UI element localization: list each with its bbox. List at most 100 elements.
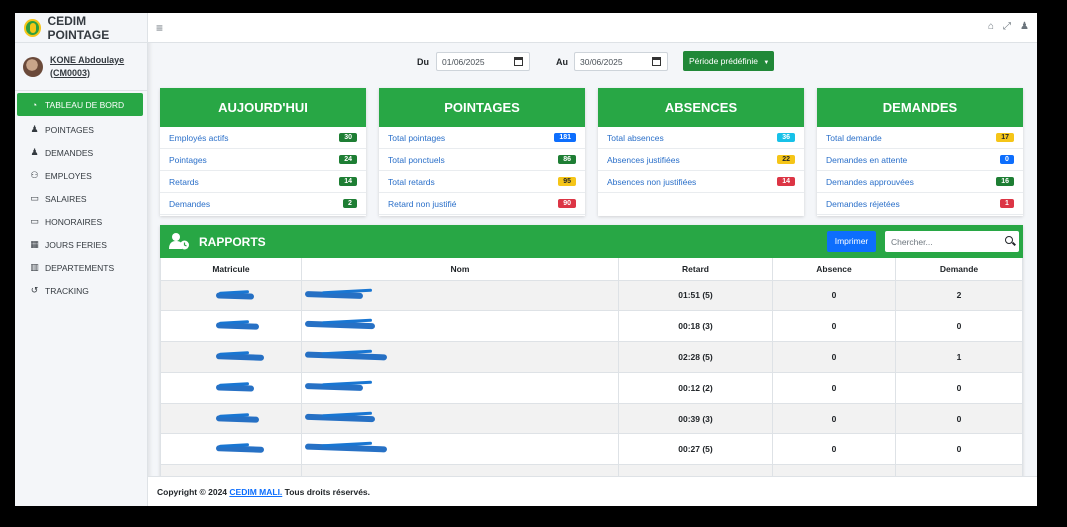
card-row[interactable]: Demandes approuvées 16 <box>817 171 1023 193</box>
card-row[interactable]: Total ponctuels 86 <box>379 149 585 171</box>
table-row[interactable]: 01:51 (5) 0 2 <box>160 280 1023 312</box>
building-icon: ▥ <box>30 262 39 272</box>
card-title: POINTAGES <box>379 88 585 127</box>
home-icon[interactable]: ⌂ <box>988 21 994 32</box>
cell-demande: 2 <box>895 280 1023 312</box>
user-name[interactable]: KONE Abdoulaye <box>50 54 124 67</box>
card-row-label[interactable]: Demandes en attente <box>826 155 907 165</box>
card-row[interactable]: Total retards 95 <box>379 171 585 193</box>
card-row[interactable]: Demandes réjetées 1 <box>817 193 1023 215</box>
card-row[interactable]: Total demande 17 <box>817 127 1023 149</box>
cell-retard: 00:18 (3) <box>618 310 773 343</box>
card-row[interactable]: Demandes 2 <box>160 193 366 215</box>
table-row[interactable]: 02:28 (5) 0 1 <box>160 341 1023 373</box>
card-row[interactable]: Absences non justifiées 14 <box>598 171 804 193</box>
search-input[interactable]: Chercher... <box>885 231 1019 252</box>
period-dropdown-button[interactable]: Période prédéfinie ▼ <box>683 51 774 71</box>
sidebar-item-label: HONORAIRES <box>45 216 103 227</box>
card-row[interactable]: Total absences 36 <box>598 127 804 149</box>
card-row[interactable]: Retard non justifié 90 <box>379 193 585 215</box>
demande-value: 2 <box>956 290 962 301</box>
cell-retard: 00:12 (2) <box>618 372 773 404</box>
cell-matricule <box>160 310 302 343</box>
card-row-label[interactable]: Total absences <box>607 133 664 143</box>
menu-toggle-icon[interactable]: ≡ <box>156 21 163 35</box>
card-row[interactable]: Pointages 24 <box>160 149 366 171</box>
rapports-title: RAPPORTS <box>199 235 266 249</box>
expand-icon[interactable]: ⤢ <box>1003 21 1011 32</box>
stat-card-pointages: POINTAGES Total pointages 181 Total ponctue… <box>379 88 585 216</box>
sidebar-item-tracking[interactable]: ↺ TRACKING <box>17 279 143 302</box>
retard-value: 00:12 (2) <box>678 382 713 393</box>
count-badge: 16 <box>996 177 1014 186</box>
cell-demande: 0 <box>895 433 1023 466</box>
user-panel[interactable]: KONE Abdoulaye (CM0003) <box>15 43 147 91</box>
retard-value: 02:28 (5) <box>678 351 713 362</box>
print-button[interactable]: Imprimer <box>827 231 876 252</box>
demande-value: 0 <box>956 382 962 393</box>
sidebar-item-employes[interactable]: ⚇ EMPLOYES <box>17 164 143 187</box>
card-row-label[interactable]: Retards <box>169 177 199 187</box>
stat-card-absences: ABSENCES Total absences 36 Absences justifi… <box>598 88 804 216</box>
sidebar-item-demandes[interactable]: ♟ DEMANDES <box>17 141 143 164</box>
sidebar: CEDIM POINTAGE KONE Abdoulaye (CM0003) ◔… <box>15 13 148 506</box>
date-from-input[interactable]: 01/06/2025 <box>436 52 530 71</box>
table-row[interactable]: 00:18 (3) 0 0 <box>160 310 1023 343</box>
card-row[interactable]: Employés actifs 30 <box>160 127 366 149</box>
date-to-input[interactable]: 30/06/2025 <box>574 52 668 71</box>
sidebar-item-label: TRACKING <box>45 285 89 296</box>
sidebar-item-jours-feries[interactable]: ▦ JOURS FERIES <box>17 233 143 256</box>
table-row[interactable]: 00:39 (3) 0 0 <box>160 403 1023 435</box>
sidebar-item-tableau-de-bord[interactable]: ◔ TABLEAU DE BORD <box>17 93 143 116</box>
calendar-icon[interactable] <box>652 57 661 66</box>
cell-matricule <box>160 403 302 435</box>
card-row[interactable]: Total pointages 181 <box>379 127 585 149</box>
topbar: ≡ ⌂ ⤢ ♟ <box>148 13 1037 43</box>
card-row-label[interactable]: Absences justifiées <box>607 155 680 165</box>
card-row-label[interactable]: Total demande <box>826 133 882 143</box>
absence-value: 0 <box>831 444 837 455</box>
au-label: Au <box>556 57 568 67</box>
card-row-label[interactable]: Absences non justifiées <box>607 177 696 187</box>
column-header-retard[interactable]: Retard <box>618 258 773 281</box>
count-badge: 14 <box>339 177 357 186</box>
column-header-demande[interactable]: Demande <box>895 258 1023 281</box>
card-row-label[interactable]: Pointages <box>169 155 207 165</box>
card-row-label[interactable]: Total retards <box>388 177 435 187</box>
sidebar-item-honoraires[interactable]: ▭ HONORAIRES <box>17 210 143 233</box>
card-row-label[interactable]: Total pointages <box>388 133 445 143</box>
card-row-label[interactable]: Employés actifs <box>169 133 229 143</box>
calendar-icon[interactable] <box>514 57 523 66</box>
card-row-label[interactable]: Total ponctuels <box>388 155 445 165</box>
user-gear-icon[interactable]: ♟ <box>1020 21 1029 32</box>
card-row[interactable]: Absences justifiées 22 <box>598 149 804 171</box>
card-row-label[interactable]: Demandes approuvées <box>826 177 914 187</box>
card-title: ABSENCES <box>598 88 804 127</box>
app-window: CEDIM POINTAGE KONE Abdoulaye (CM0003) ◔… <box>15 13 1037 506</box>
retard-value: 00:27 (5) <box>678 444 713 455</box>
sidebar-item-pointages[interactable]: ♟ POINTAGES <box>17 118 143 141</box>
column-header-absence[interactable]: Absence <box>772 258 896 281</box>
user-code[interactable]: (CM0003) <box>50 67 124 80</box>
card-row-label[interactable]: Demandes <box>169 199 210 209</box>
footer-link[interactable]: CEDIM MALI. <box>229 487 282 497</box>
demande-value: 1 <box>956 351 962 362</box>
card-row[interactable]: Retards 14 <box>160 171 366 193</box>
sidebar-item-salaires[interactable]: ▭ SALAIRES <box>17 187 143 210</box>
brand[interactable]: CEDIM POINTAGE <box>15 13 147 43</box>
count-badge: 22 <box>777 155 795 164</box>
count-badge: 181 <box>554 133 576 142</box>
cell-retard: 01:51 (5) <box>618 280 773 312</box>
sidebar-item-departements[interactable]: ▥ DEPARTEMENTS <box>17 256 143 279</box>
count-badge: 24 <box>339 155 357 164</box>
search-icon[interactable] <box>1005 236 1013 244</box>
table-row[interactable]: 00:12 (2) 0 0 <box>160 372 1023 404</box>
count-badge: 17 <box>996 133 1014 142</box>
card-row-label[interactable]: Demandes réjetées <box>826 199 900 209</box>
table-row[interactable]: 00:27 (5) 0 0 <box>160 433 1023 466</box>
column-header-nom[interactable]: Nom <box>301 258 619 281</box>
card-row-label[interactable]: Retard non justifié <box>388 199 457 209</box>
column-header-matricule[interactable]: Matricule <box>160 258 302 281</box>
cell-absence: 0 <box>772 280 896 312</box>
card-row[interactable]: Demandes en attente 0 <box>817 149 1023 171</box>
